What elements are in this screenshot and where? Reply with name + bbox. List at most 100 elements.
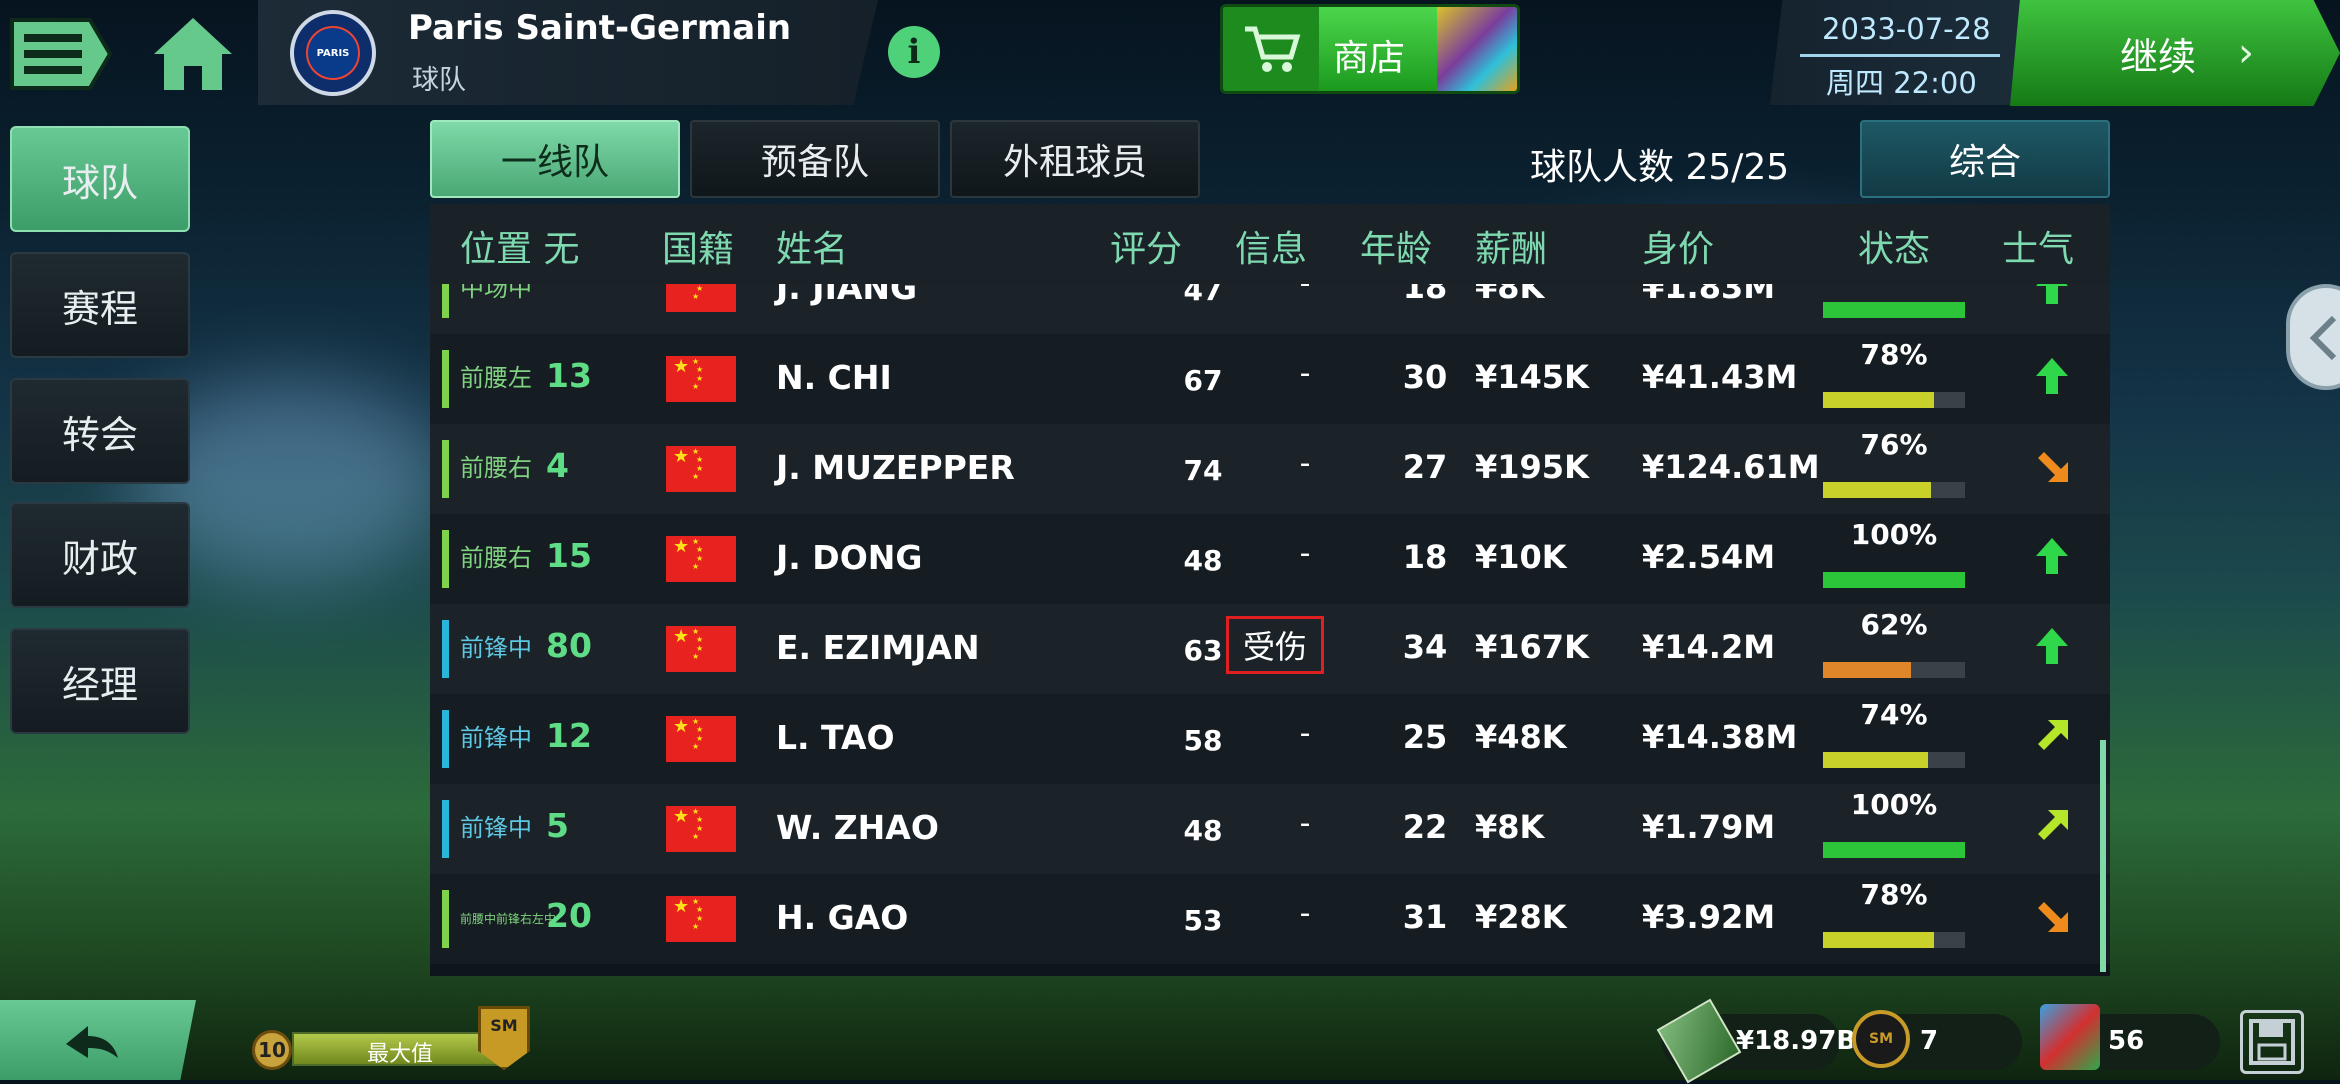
home-button[interactable] xyxy=(150,14,236,94)
condition-percent: 74% xyxy=(1860,698,1928,731)
position-color-bar xyxy=(442,620,449,678)
shirt-number: 15 xyxy=(546,536,592,575)
game-date: 2033-07-28 xyxy=(1822,12,1991,46)
table-row[interactable]: 前锋中 80 ★ ★ ★ ★ ★ E. EZIMJAN 63 受伤 34 ¥167K… xyxy=(430,604,2110,694)
back-button[interactable] xyxy=(0,1000,196,1080)
player-name[interactable]: L. TAO xyxy=(776,718,895,757)
player-name[interactable]: W. ZHAO xyxy=(776,808,939,847)
info-cell: - xyxy=(1299,896,1311,931)
shirt-number: 13 xyxy=(546,356,592,395)
position-color-bar xyxy=(442,350,449,408)
sidebar-item-transfers[interactable]: 转会 xyxy=(10,378,190,484)
market-value: ¥2.54M xyxy=(1642,538,1776,576)
position-color-bar xyxy=(442,530,449,588)
coin-icon: SM xyxy=(1852,1010,1910,1068)
wage-value: ¥145K xyxy=(1475,358,1589,396)
menu-button[interactable] xyxy=(8,16,114,92)
player-name[interactable]: H. GAO xyxy=(776,898,908,937)
cart-icon xyxy=(1223,7,1319,91)
table-row[interactable]: 前腰右 15 ★ ★ ★ ★ ★ J. DONG 48 - 18 ¥10K ¥2.5… xyxy=(430,514,2110,604)
sidebar-item-fixtures[interactable]: 赛程 xyxy=(10,252,190,358)
position-color-bar xyxy=(442,710,449,768)
col-condition[interactable]: 状态 xyxy=(1858,220,1930,272)
morale-up-icon xyxy=(2030,534,2074,578)
player-name[interactable]: J. MUZEPPER xyxy=(776,448,1015,487)
player-name[interactable]: E. EZIMJAN xyxy=(776,628,980,667)
tab-reserves[interactable]: 预备队 xyxy=(690,120,940,198)
position-label: 前腰右 xyxy=(460,454,532,482)
condition-bar xyxy=(1823,572,1965,588)
col-nation[interactable]: 国籍 xyxy=(662,220,734,272)
pack-icon xyxy=(2040,1004,2100,1070)
shop-button[interactable]: 商店 xyxy=(1220,4,1520,94)
tab-first-team[interactable]: 一线队 xyxy=(430,120,680,198)
market-value: ¥14.2M xyxy=(1642,628,1776,666)
market-value: ¥14.38M xyxy=(1642,718,1798,756)
scrollbar[interactable] xyxy=(2100,740,2106,972)
age-value: 34 xyxy=(1402,628,1448,666)
save-button[interactable] xyxy=(2240,1010,2304,1074)
info-icon[interactable]: i xyxy=(888,26,940,78)
col-info[interactable]: 信息 xyxy=(1235,220,1307,272)
level-badge: 10 xyxy=(252,1030,292,1070)
position-label: 前腰中前锋右左中 xyxy=(460,912,557,926)
col-wage[interactable]: 薪酬 xyxy=(1475,220,1547,272)
morale-up-right-icon xyxy=(2030,714,2074,758)
table-row[interactable]: 前腰右 4 ★ ★ ★ ★ ★ J. MUZEPPER 74 - 27 ¥195K … xyxy=(430,424,2110,514)
player-name[interactable]: J. DONG xyxy=(776,538,922,577)
condition-bar xyxy=(1823,842,1965,858)
morale-down-icon xyxy=(2030,444,2074,488)
age-value: 25 xyxy=(1402,718,1448,756)
morale-up-icon xyxy=(2030,354,2074,398)
table-row[interactable]: 前腰中前锋右左中 20 ★ ★ ★ ★ ★ H. GAO 53 - 31 ¥28K … xyxy=(430,874,2110,964)
shirt-number: 80 xyxy=(546,626,592,665)
cash-icon xyxy=(1656,998,1742,1084)
col-position[interactable]: 位置 无 xyxy=(460,220,579,272)
shirt-number: 4 xyxy=(546,446,569,485)
sidebar-item-team[interactable]: 球队 xyxy=(10,126,190,232)
position-color-bar xyxy=(442,440,449,498)
col-name[interactable]: 姓名 xyxy=(776,220,848,272)
wage-value: ¥195K xyxy=(1475,448,1589,486)
col-morale[interactable]: 士气 xyxy=(2002,220,2074,272)
shop-art xyxy=(1437,7,1517,91)
save-icon xyxy=(2249,1019,2295,1065)
player-name[interactable]: N. CHI xyxy=(776,358,892,397)
side-drawer-handle[interactable] xyxy=(2286,284,2340,390)
sort-button[interactable]: 综合 xyxy=(1860,120,2110,198)
chevron-left-icon xyxy=(2309,315,2337,361)
squad-table: 位置 无 国籍 姓名 评分 信息 年龄 薪酬 身价 状态 士气 中场中 ★ ★★… xyxy=(430,204,2110,976)
china-flag-icon: ★ ★★ ★★ xyxy=(666,896,736,942)
home-icon xyxy=(154,18,232,90)
condition-bar-fill xyxy=(1823,392,1934,408)
col-age[interactable]: 年龄 xyxy=(1360,220,1432,272)
china-flag-icon: ★ ★★ ★★ xyxy=(666,716,736,762)
condition-bar-fill xyxy=(1823,482,1931,498)
market-value: ¥3.92M xyxy=(1642,898,1776,936)
age-value: 31 xyxy=(1402,898,1448,936)
age-value: 22 xyxy=(1402,808,1448,846)
position-color-bar xyxy=(442,800,449,858)
table-row[interactable]: 前锋中 5 ★ ★ ★ ★ ★ W. ZHAO 48 - 22 ¥8K ¥1.79M… xyxy=(430,784,2110,874)
morale-down-icon xyxy=(2030,894,2074,938)
market-value: ¥1.79M xyxy=(1642,808,1776,846)
market-value: ¥124.61M xyxy=(1642,448,1820,486)
tab-loaned[interactable]: 外租球员 xyxy=(950,120,1200,198)
col-rating[interactable]: 评分 xyxy=(1110,220,1182,272)
position-label: 前腰左 xyxy=(460,364,532,392)
date-divider xyxy=(1800,54,2000,57)
condition-percent: 78% xyxy=(1860,878,1928,911)
condition-percent: 100% xyxy=(1850,518,1938,551)
col-value[interactable]: 身价 xyxy=(1642,220,1714,272)
coins-value: 7 xyxy=(1920,1026,1939,1056)
shirt-number: 5 xyxy=(546,806,569,845)
china-flag-icon: ★ ★★ ★★ xyxy=(666,356,736,402)
table-row[interactable]: 前腰左 13 ★ ★ ★ ★ ★ N. CHI 67 - 30 ¥145K ¥41.… xyxy=(430,334,2110,424)
table-row[interactable]: 前锋中 12 ★ ★ ★ ★ ★ L. TAO 58 - 25 ¥48K ¥14.3… xyxy=(430,694,2110,784)
sidebar-item-finance[interactable]: 财政 xyxy=(10,502,190,608)
info-cell: - xyxy=(1299,806,1311,841)
condition-bar-fill xyxy=(1823,752,1928,768)
packs-value: 56 xyxy=(2108,1026,2145,1056)
injury-badge[interactable]: 受伤 xyxy=(1226,616,1324,674)
sidebar-item-manager[interactable]: 经理 xyxy=(10,628,190,734)
